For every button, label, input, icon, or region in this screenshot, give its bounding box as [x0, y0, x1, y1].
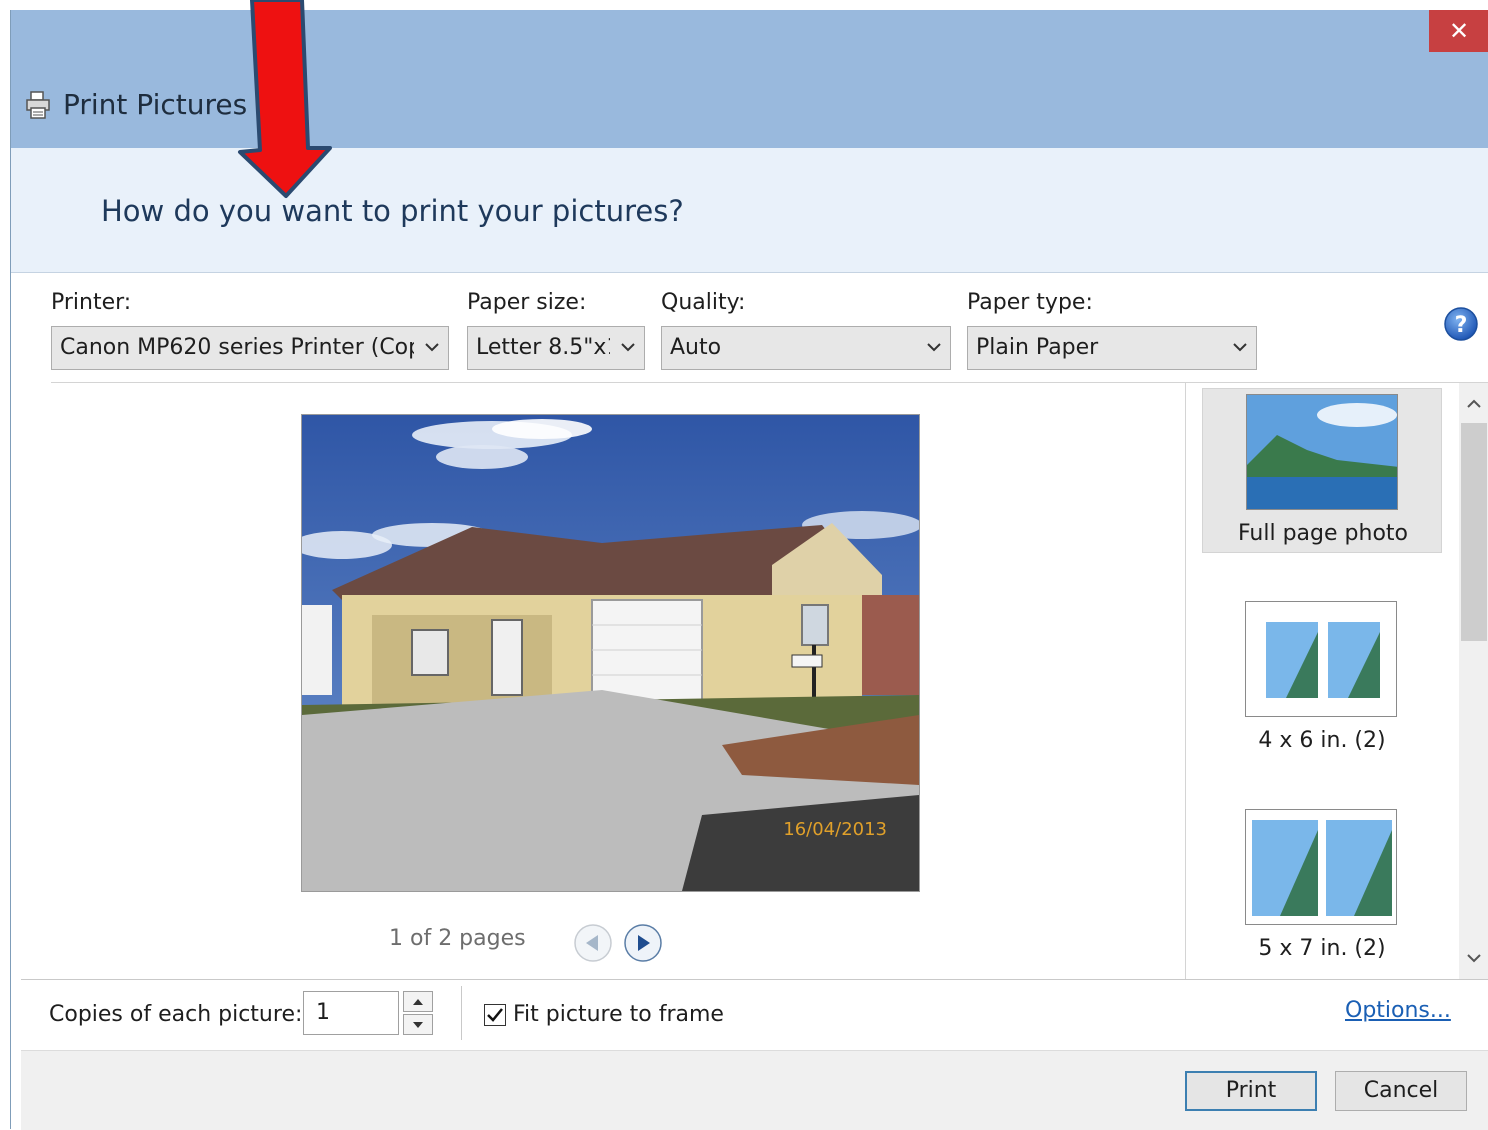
copies-input[interactable]: 1 [303, 991, 399, 1035]
printer-label: Printer: [51, 290, 132, 315]
window-title: Print Pictures [63, 88, 248, 121]
cancel-button[interactable]: Cancel [1335, 1071, 1467, 1111]
close-icon: ✕ [1448, 17, 1470, 45]
layout-label: 5 x 7 in. (2) [1258, 936, 1386, 961]
printer-select-value: Canon MP620 series Printer (Copy [60, 335, 414, 360]
chevron-up-icon[interactable] [1459, 383, 1488, 423]
options-link[interactable]: Options... [1345, 998, 1451, 1023]
paper-size-select[interactable]: Letter 8.5"x1 [467, 326, 645, 370]
vertical-divider [461, 986, 462, 1040]
checkmark-icon [487, 1008, 503, 1022]
bottom-divider [21, 979, 1488, 980]
previous-page-button[interactable] [573, 923, 613, 963]
chevron-down-icon [927, 343, 941, 352]
quality-select[interactable]: Auto [661, 326, 951, 370]
paper-size-label: Paper size: [467, 290, 587, 315]
printer-icon [26, 91, 50, 119]
preview-photo: 16/04/2013 [301, 414, 920, 892]
next-page-button[interactable] [623, 923, 663, 963]
printer-select[interactable]: Canon MP620 series Printer (Copy [51, 326, 449, 370]
chevron-down-icon[interactable] [1459, 939, 1488, 979]
layout-4x6[interactable]: 4 x 6 in. (2) [1202, 596, 1442, 761]
layout-thumbnail [1245, 601, 1397, 717]
layout-label: Full page photo [1237, 521, 1408, 546]
chevron-down-icon [621, 343, 635, 352]
decrement-button[interactable] [403, 1014, 433, 1035]
print-button[interactable]: Print [1185, 1071, 1317, 1111]
annotation-arrow-icon [238, 0, 332, 198]
caret-down-icon [413, 1021, 423, 1028]
layout-label: 4 x 6 in. (2) [1258, 728, 1386, 753]
quality-label: Quality: [661, 290, 746, 315]
layout-thumbnail [1246, 394, 1398, 510]
layout-full-page-photo[interactable]: Full page photo [1202, 388, 1442, 553]
layout-list: Full page photo 4 x 6 in. (2) 5 x 7 in. … [1185, 383, 1460, 979]
paper-type-label: Paper type: [967, 290, 1093, 315]
layout-thumbnail [1245, 809, 1397, 925]
photo-timestamp: 16/04/2013 [783, 819, 887, 840]
layout-5x7[interactable]: 5 x 7 in. (2) [1202, 804, 1442, 969]
chevron-down-icon [1233, 343, 1247, 352]
dialog-footer: Print Cancel [21, 1050, 1488, 1130]
chevron-down-icon [425, 343, 439, 352]
print-preview: 16/04/2013 1 of 2 pages [11, 383, 1185, 979]
paper-size-select-value: Letter 8.5"x1 [476, 335, 610, 360]
copies-label: Copies of each picture: [49, 1002, 303, 1027]
page-indicator: 1 of 2 pages [389, 926, 526, 951]
paper-type-select-value: Plain Paper [976, 335, 1099, 360]
caret-up-icon [413, 998, 423, 1005]
scroll-thumb[interactable] [1461, 423, 1487, 641]
paper-type-select[interactable]: Plain Paper [967, 326, 1257, 370]
layout-scrollbar[interactable] [1459, 383, 1488, 979]
help-icon[interactable]: ? [1443, 306, 1479, 342]
close-button[interactable]: ✕ [1429, 10, 1488, 52]
quality-select-value: Auto [670, 335, 722, 360]
fit-picture-checkbox[interactable] [484, 1004, 506, 1026]
copies-stepper[interactable] [403, 991, 433, 1035]
instruction-text: How do you want to print your pictures? [101, 194, 684, 228]
increment-button[interactable] [403, 991, 433, 1012]
fit-picture-label[interactable]: Fit picture to frame [513, 1002, 724, 1027]
svg-text:?: ? [1455, 313, 1468, 338]
